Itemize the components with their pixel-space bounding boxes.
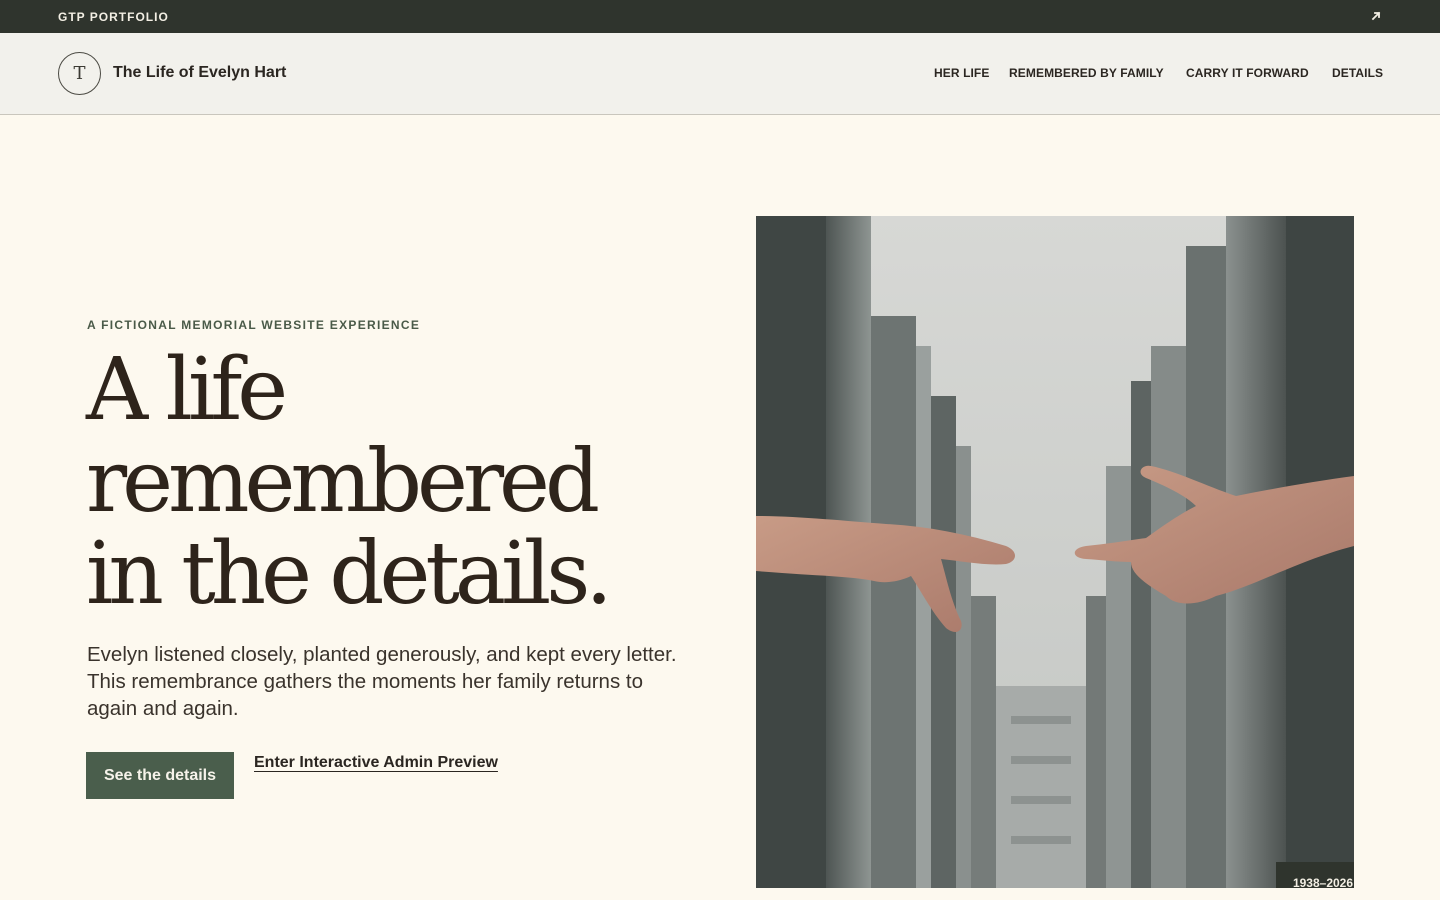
monogram-logo[interactable]: T [58,52,101,95]
site-header: T The Life of Evelyn Hart HER LIFE REMEM… [0,33,1440,115]
admin-preview-link[interactable]: Enter Interactive Admin Preview [254,754,498,772]
nav-carry-it-forward[interactable]: CARRY IT FORWARD [1186,66,1309,80]
portfolio-brand[interactable]: GTP PORTFOLIO [58,10,169,24]
site-title[interactable]: The Life of Evelyn Hart [113,64,286,82]
see-details-button[interactable]: See the details [86,752,234,799]
headline-line: A life [86,340,288,440]
nav-remembered-by-family[interactable]: REMEMBERED BY FAMILY [1009,66,1164,80]
top-bar: GTP PORTFOLIO [0,0,1440,33]
external-link-icon[interactable] [1369,9,1383,23]
headline-line: remembered [86,432,600,532]
life-dates-badge: 1938–2026 [1276,862,1354,888]
hero-eyebrow: A FICTIONAL MEMORIAL WEBSITE EXPERIENCE [87,318,421,332]
hero-photo: 1938–2026 [756,216,1354,888]
hero-lede: Evelyn listened closely, planted generou… [87,643,677,720]
hero-headline: A life remembered in the details. [86,344,726,620]
reaching-hands-image [756,216,1354,888]
nav-her-life[interactable]: HER LIFE [934,66,989,80]
nav-details[interactable]: DETAILS [1332,66,1383,80]
headline-line: in the details. [86,524,613,624]
